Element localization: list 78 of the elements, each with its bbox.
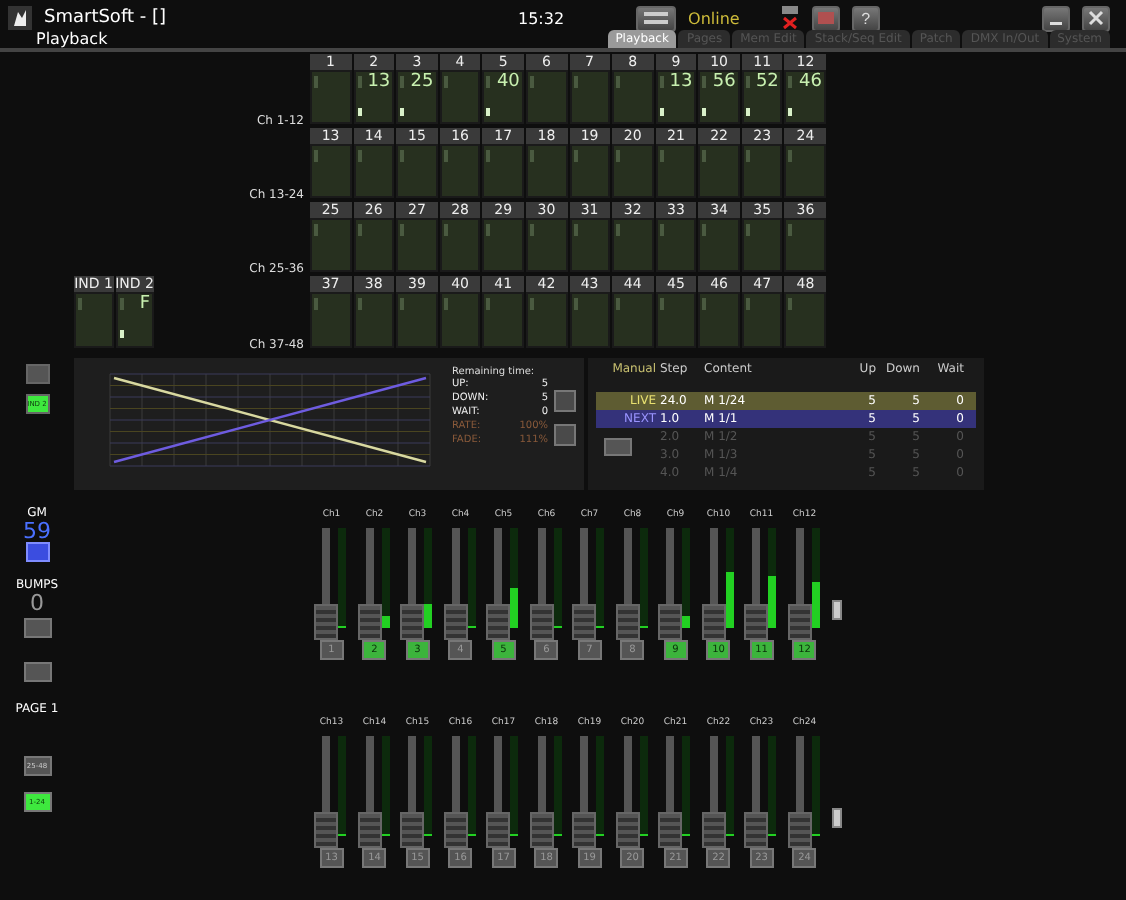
level-meter bbox=[510, 736, 519, 836]
channel-level-bar bbox=[357, 76, 362, 116]
channel-value: 46 bbox=[799, 72, 822, 92]
close-icon bbox=[1088, 10, 1104, 26]
level-meter bbox=[682, 736, 691, 836]
level-meter bbox=[553, 736, 562, 836]
level-meter bbox=[768, 736, 777, 836]
small-button[interactable] bbox=[25, 364, 49, 384]
dmx-disconnected-icon bbox=[779, 6, 800, 30]
online-status: Online bbox=[688, 9, 740, 27]
channel-cell[interactable]: 52 bbox=[741, 70, 783, 124]
small-button[interactable] bbox=[23, 662, 51, 682]
level-meter bbox=[639, 528, 648, 628]
channel-value: 13 bbox=[367, 72, 391, 92]
level-meter bbox=[811, 736, 820, 836]
indicator-level-bar bbox=[119, 298, 123, 338]
fader[interactable] bbox=[400, 528, 435, 640]
channel-level-bar bbox=[486, 76, 491, 116]
grand-master-value: 59 bbox=[23, 520, 51, 542]
channel-level-bar bbox=[400, 76, 405, 116]
level-meter bbox=[338, 528, 347, 628]
fader-button[interactable] bbox=[636, 5, 677, 31]
level-meter bbox=[725, 736, 734, 836]
level-meter bbox=[596, 736, 605, 836]
level-meter bbox=[467, 736, 476, 836]
indicator-value: F bbox=[139, 294, 150, 314]
channel-value: 40 bbox=[496, 72, 520, 92]
level-meter bbox=[639, 736, 648, 836]
fader[interactable] bbox=[658, 528, 693, 640]
level-meter bbox=[381, 736, 390, 836]
level-meter bbox=[467, 528, 476, 628]
page-title: Playback bbox=[36, 30, 108, 48]
indicator-cell[interactable] bbox=[74, 292, 113, 348]
fader[interactable] bbox=[486, 528, 521, 640]
channel-cell[interactable]: 13 bbox=[655, 70, 697, 124]
fader[interactable] bbox=[357, 528, 392, 640]
scroll-handle[interactable] bbox=[832, 600, 842, 620]
level-meter bbox=[510, 528, 519, 628]
level-meter bbox=[424, 528, 433, 628]
level-meter bbox=[768, 528, 777, 628]
indicator-cell[interactable]: F bbox=[115, 292, 154, 348]
level-meter bbox=[725, 528, 734, 628]
close-button[interactable] bbox=[1082, 5, 1110, 31]
small-button[interactable] bbox=[23, 618, 51, 638]
channel-level-bar bbox=[745, 76, 750, 116]
scroll-handle[interactable] bbox=[832, 808, 842, 828]
channel-cell[interactable]: 40 bbox=[482, 70, 524, 124]
minimize-button[interactable] bbox=[1042, 5, 1070, 31]
fader[interactable] bbox=[787, 528, 822, 640]
small-button[interactable] bbox=[554, 424, 576, 446]
level-meter bbox=[381, 528, 390, 628]
channel-value: 25 bbox=[410, 72, 434, 92]
channel-level-bar bbox=[788, 76, 793, 116]
channel-level-bar bbox=[659, 76, 664, 116]
small-button[interactable] bbox=[554, 390, 576, 412]
fader[interactable] bbox=[744, 528, 779, 640]
channel-value: 13 bbox=[669, 72, 693, 92]
level-meter bbox=[338, 736, 347, 836]
level-meter bbox=[682, 528, 691, 628]
level-meter bbox=[424, 736, 433, 836]
channel-value: 56 bbox=[712, 72, 736, 92]
level-meter bbox=[553, 528, 562, 628]
logo-icon bbox=[8, 6, 32, 30]
fader[interactable] bbox=[701, 528, 736, 640]
channel-cell[interactable]: 56 bbox=[698, 70, 740, 124]
channel-level-bar bbox=[702, 76, 707, 116]
channel-cell[interactable]: 25 bbox=[396, 70, 438, 124]
level-meter bbox=[596, 528, 605, 628]
bumps-value: 0 bbox=[30, 592, 44, 614]
clock: 15:32 bbox=[517, 9, 565, 27]
help-button[interactable]: ? bbox=[851, 5, 880, 31]
channel-cell[interactable]: 46 bbox=[784, 70, 826, 124]
level-meter bbox=[811, 528, 820, 628]
fader-icon bbox=[642, 10, 671, 26]
channel-value: 52 bbox=[755, 72, 779, 92]
blackout-button[interactable] bbox=[25, 542, 49, 562]
channel-cell[interactable]: 13 bbox=[353, 70, 395, 124]
window-title: SmartSoft - [] bbox=[44, 8, 166, 28]
